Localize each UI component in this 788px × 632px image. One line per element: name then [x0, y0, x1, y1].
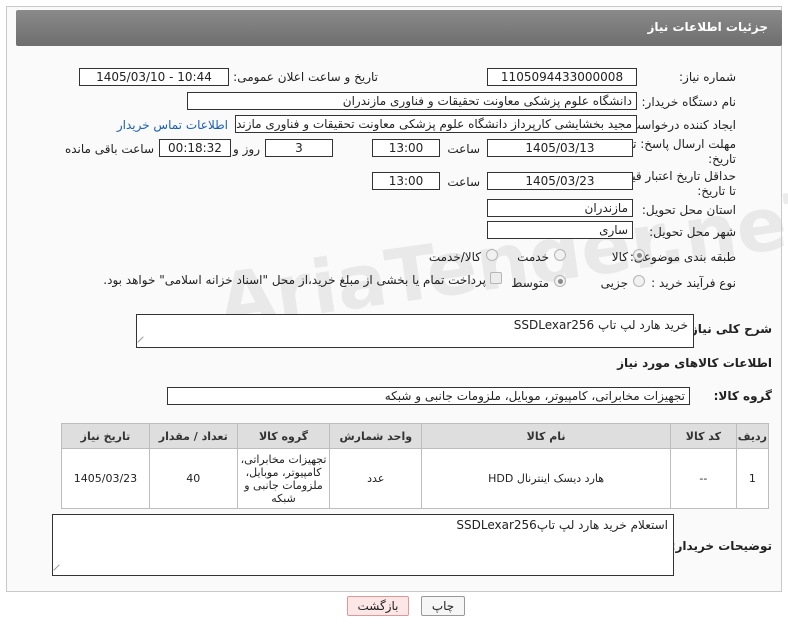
group-field: تجهیزات مخابراتی، کامپیوتر، موبایل، ملزو… [167, 387, 690, 405]
category-radio-both[interactable] [486, 249, 498, 261]
process-option-minor: جزیی [600, 276, 628, 290]
cell-unit: عدد [329, 448, 423, 509]
announce-field: 1405/03/10 - 10:44 [79, 68, 229, 86]
col-header-row-no: ردیف [735, 423, 770, 449]
cell-row-no: 1 [735, 448, 770, 509]
process-radio-medium[interactable] [554, 275, 566, 287]
header-bar: جزئیات اطلاعات نیاز [16, 10, 782, 46]
city-label: شهر محل تحویل: [649, 225, 736, 239]
category-label: طبقه بندی موضوعی: [629, 250, 736, 264]
col-header-code: کد کالا [670, 423, 737, 449]
process-option-medium: متوسط [511, 276, 549, 290]
category-radio-goods[interactable] [633, 249, 645, 261]
group-label: گروه کالا: [713, 389, 772, 403]
buyer-org-field: دانشگاه علوم پزشکی معاونت تحقیقات و فناو… [187, 92, 637, 110]
process-radio-minor[interactable] [633, 275, 645, 287]
buyer-notes-textarea[interactable]: استعلام خرید هارد لپ تاپSSDLexar256 [52, 514, 674, 576]
deadline-label-date: تاریخ: [708, 152, 736, 166]
remaining-time-field: 00:18:32 [159, 139, 231, 157]
buyer-contact-link[interactable]: اطلاعات تماس خریدار [117, 118, 228, 132]
col-header-date: تاریخ نیاز [61, 423, 150, 449]
category-option-service: خدمت [517, 250, 549, 264]
deadline-time-field: 13:00 [372, 139, 440, 157]
resize-handle[interactable] [137, 336, 149, 348]
category-option-goods: کالا [611, 250, 628, 264]
province-label: استان محل تحویل: [641, 203, 736, 217]
cell-qty: 40 [148, 448, 238, 509]
buyer-notes-text: استعلام خرید هارد لپ تاپSSDLexar256 [456, 518, 668, 532]
remaining-label: ساعت باقی مانده [64, 142, 154, 156]
cell-name: هارد دیسک اینترنال HDD [421, 448, 672, 509]
days-label: روز و [233, 142, 260, 156]
announce-label: تاریخ و ساعت اعلان عمومی: [233, 70, 378, 84]
category-option-both: کالا/خدمت [428, 250, 481, 264]
back-button[interactable]: بازگشت [347, 596, 409, 616]
need-number-label: شماره نیاز: [679, 70, 736, 84]
price-time-label: ساعت [447, 175, 480, 189]
resize-handle[interactable] [53, 564, 65, 576]
creator-field: مجید بخشایشی کارپرداز دانشگاه علوم پزشکی… [235, 115, 637, 133]
cell-code: -- [670, 448, 737, 509]
cell-group: تجهیزات مخابراتی، کامپیوتر، موبایل، ملزو… [236, 448, 331, 509]
price-date-field: 1405/03/23 [487, 172, 633, 190]
col-header-group: گروه کالا [236, 423, 331, 449]
col-header-unit: واحد شمارش [329, 423, 423, 449]
deadline-date-field: 1405/03/13 [487, 139, 633, 157]
deadline-label: مهلت ارسال پاسخ: تا [629, 137, 736, 151]
category-radio-service[interactable] [554, 249, 566, 261]
payment-note: پرداخت تمام یا بخشی از مبلغ خرید،از محل … [103, 273, 486, 287]
creator-label: ایجاد کننده درخواست: [625, 118, 736, 132]
days-field: 3 [265, 139, 333, 157]
process-label: نوع فرآیند خرید : [651, 276, 736, 290]
price-time-field: 13:00 [372, 172, 440, 190]
table-row: 1 -- هارد دیسک اینترنال HDD عدد تجهیزات … [61, 448, 770, 509]
buyer-notes-label: توضیحات خریدار: [670, 539, 772, 553]
cell-date: 1405/03/23 [61, 448, 150, 509]
treasury-checkbox[interactable] [490, 272, 502, 284]
table-header-row: ردیف کد کالا نام کالا واحد شمارش گروه کا… [61, 423, 770, 449]
city-field: ساری [487, 221, 633, 239]
col-header-qty: تعداد / مقدار [148, 423, 238, 449]
price-validity-label-date: تا تاریخ: [697, 184, 736, 198]
summary-textarea[interactable]: خرید هارد لپ تاپ SSDLexar256 [136, 314, 694, 348]
col-header-name: نام کالا [421, 423, 672, 449]
deadline-time-label: ساعت [447, 142, 480, 156]
need-number-field: 1105094433000008 [487, 68, 637, 86]
summary-label: شرح کلی نیاز: [686, 322, 772, 336]
items-table: ردیف کد کالا نام کالا واحد شمارش گروه کا… [61, 423, 770, 509]
print-button[interactable]: چاپ [421, 596, 465, 616]
buyer-org-label: نام دستگاه خریدار: [641, 95, 737, 109]
summary-text: خرید هارد لپ تاپ SSDLexar256 [513, 318, 688, 332]
items-heading: اطلاعات کالاهای مورد نیاز [617, 356, 772, 370]
page-title: جزئیات اطلاعات نیاز [647, 20, 768, 34]
province-field: مازندران [487, 199, 633, 217]
